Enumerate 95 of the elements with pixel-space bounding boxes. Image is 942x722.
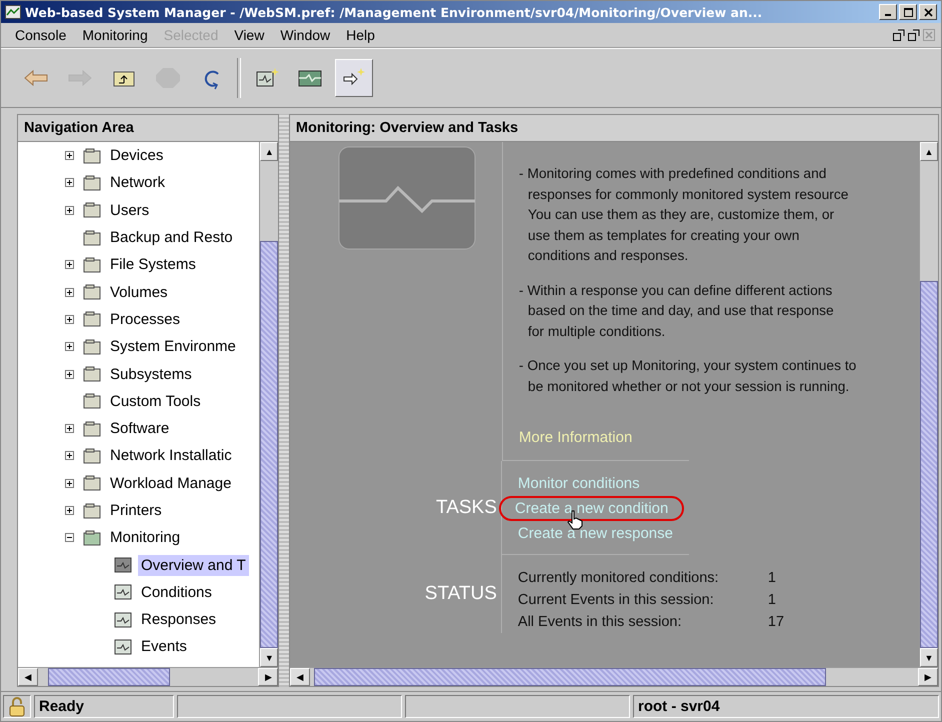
maximize-button[interactable] (899, 4, 917, 20)
expand-toggle[interactable] (65, 260, 74, 270)
expand-toggle[interactable] (65, 342, 74, 352)
status-label: All Events in this session: (518, 614, 683, 630)
tree-item[interactable]: Monitoring (107, 527, 184, 548)
tree-item[interactable]: Responses (138, 609, 220, 630)
expand-toggle[interactable] (65, 288, 74, 297)
status-label: Currently monitored conditions: (518, 570, 720, 586)
monitor-chart-icon (338, 146, 476, 250)
folder-node-icon (82, 502, 102, 520)
folder-node-icon (82, 528, 102, 547)
folder-node-icon (82, 420, 102, 438)
scroll-up-button[interactable]: ▲ (920, 142, 938, 161)
tree-item[interactable]: Backup and Resto (107, 227, 236, 248)
description-paragraph: - Monitoring comes with predefined conditions and responses for commonly monitored system resource You can use them as they are, customize them, or use them as templates for creating your own conditions and responses. (518, 165, 850, 265)
scroll-right-button[interactable]: ▶ (258, 668, 278, 686)
section-heading: TASKS (436, 497, 497, 519)
menu-item[interactable]: Help (338, 27, 383, 43)
status-message: Ready (34, 695, 174, 718)
chart-icon (5, 5, 21, 19)
folder-node-icon (82, 174, 102, 192)
folder-node-icon (82, 201, 102, 220)
tree-item[interactable]: File Systems (107, 254, 199, 276)
tree-item[interactable]: Subsystems (107, 364, 195, 385)
folder-node-icon (82, 446, 102, 465)
minimize-button[interactable] (879, 4, 897, 20)
menu-item[interactable]: Window (272, 27, 338, 43)
tree-item[interactable]: Network Installatic (107, 445, 235, 466)
new-arrow-button[interactable] (335, 59, 373, 97)
scroll-left-button[interactable]: ◀ (290, 668, 310, 686)
padlock-icon (8, 696, 26, 716)
window-title: Web-based System Manager - /WebSM.pref: /Management Environment/svr04/Monitoring/Overview an... (25, 4, 764, 20)
folder-node-icon (82, 146, 102, 165)
scroll-right-button[interactable]: ▶ (918, 668, 938, 686)
scrollbar-thumb[interactable] (920, 281, 938, 648)
expand-toggle[interactable] (65, 314, 74, 324)
scroll-left-button[interactable]: ◀ (18, 668, 38, 686)
scroll-down-button[interactable]: ▼ (260, 648, 278, 667)
tree-item[interactable]: Users (107, 200, 152, 221)
maximize-icon (904, 8, 912, 16)
menu-item[interactable]: Monitoring (74, 27, 156, 43)
tree-item[interactable]: Devices (107, 145, 166, 166)
status-label: Current Events in this session: (518, 592, 715, 608)
scrollbar-thumb[interactable] (48, 668, 170, 686)
expand-toggle[interactable] (65, 506, 74, 515)
chart-node-icon (113, 638, 133, 656)
status-user: root - svr04 (633, 695, 939, 718)
chart-node-icon (113, 583, 133, 602)
folder-node-icon (82, 365, 102, 384)
expand-toggle[interactable] (65, 451, 74, 460)
folder-node-icon (82, 392, 102, 410)
scroll-down-button[interactable]: ▼ (920, 648, 938, 667)
folder-node-icon (82, 283, 102, 302)
chart-node-icon (113, 556, 133, 574)
collapse-toggle[interactable] (65, 533, 74, 542)
tree-item[interactable]: Printers (107, 500, 165, 521)
folder-node-icon (82, 474, 102, 492)
menu-item[interactable]: View (226, 27, 272, 43)
panel-title: Monitoring: Overview and Tasks (290, 115, 938, 142)
description-paragraph: - Once you set up Monitoring, your system continues to be monitored whether or not your session is running. (518, 357, 858, 396)
tree-item[interactable]: System Environme (107, 336, 239, 358)
description-paragraph: - Within a response you can define different actions based on the time and day, and use that response for multiple conditions. (518, 282, 835, 341)
expand-toggle[interactable] (65, 478, 74, 488)
scrollbar-thumb[interactable] (260, 241, 278, 648)
folder-node-icon (82, 256, 102, 274)
tree-item[interactable]: Processes (107, 308, 184, 330)
panel-title: Navigation Area (18, 115, 278, 142)
tree-item[interactable]: Workload Manage (107, 472, 234, 494)
close-button[interactable] (919, 4, 937, 20)
expand-toggle[interactable] (65, 178, 74, 188)
expand-toggle[interactable] (65, 370, 74, 379)
restore-frame-icon[interactable] (893, 29, 905, 41)
scroll-up-button[interactable]: ▲ (260, 142, 278, 161)
folder-node-icon (82, 338, 102, 356)
status-value: 1 (768, 592, 776, 608)
status-value: 1 (768, 570, 776, 586)
expand-toggle[interactable] (65, 206, 74, 215)
folder-node-icon (82, 228, 102, 247)
tree-item[interactable]: Conditions (138, 582, 215, 603)
tree-item[interactable]: Custom Tools (107, 390, 204, 412)
expand-toggle[interactable] (65, 151, 74, 160)
expand-toggle[interactable] (65, 424, 74, 434)
folder-node-icon (82, 310, 102, 328)
tree-item[interactable]: Overview and T (138, 554, 249, 576)
tree-item[interactable]: Network (107, 172, 168, 194)
scrollbar-thumb[interactable] (314, 668, 826, 686)
section-heading: STATUS (424, 583, 497, 605)
tree-item[interactable]: Software (107, 418, 172, 440)
chart-node-icon (113, 610, 133, 629)
tree-item[interactable]: Events (138, 636, 190, 658)
status-value: 17 (768, 614, 784, 630)
menu-item[interactable]: Console (7, 27, 74, 43)
close-icon (924, 8, 932, 16)
tree-item[interactable]: Volumes (107, 282, 171, 303)
restore-frame-icon[interactable] (908, 29, 920, 41)
